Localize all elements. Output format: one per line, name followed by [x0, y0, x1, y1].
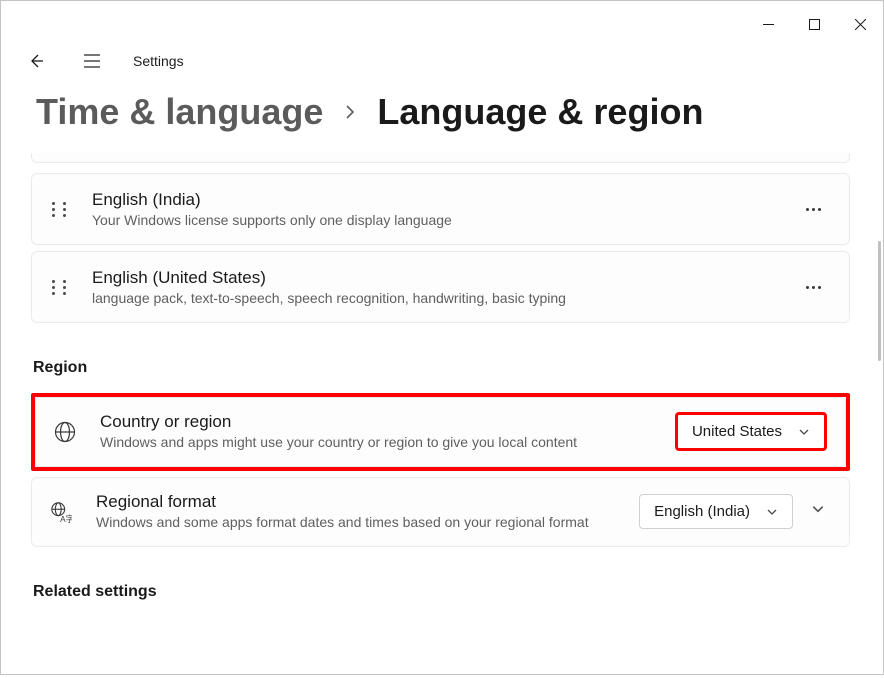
content-area: English (India) Your Windows license sup…	[1, 153, 883, 678]
more-options-button[interactable]	[798, 200, 829, 219]
breadcrumb: Time & language Language & region	[1, 81, 883, 153]
partial-card-above	[31, 153, 850, 163]
language-info: English (United States) language pack, t…	[92, 268, 774, 306]
chevron-down-icon	[766, 506, 778, 518]
globe-translate-icon: A字	[50, 500, 72, 524]
dropdown-value: United States	[692, 423, 782, 440]
country-region-description: Windows and apps might use your country …	[100, 433, 636, 452]
app-title: Settings	[133, 53, 184, 69]
regional-format-title: Regional format	[96, 492, 600, 512]
regional-format-row[interactable]: A字 Regional format Windows and some apps…	[31, 477, 850, 547]
language-description: language pack, text-to-speech, speech re…	[92, 290, 774, 306]
minimize-button[interactable]	[745, 9, 791, 39]
chevron-right-icon	[343, 99, 357, 125]
regional-format-info: Regional format Windows and some apps fo…	[96, 492, 615, 532]
expand-button[interactable]	[805, 496, 831, 527]
regional-format-dropdown[interactable]: English (India)	[639, 494, 793, 529]
close-button[interactable]	[837, 9, 883, 39]
maximize-button[interactable]	[791, 9, 837, 39]
titlebar	[1, 1, 883, 41]
country-region-title: Country or region	[100, 412, 636, 432]
language-name: English (United States)	[92, 268, 774, 288]
scrollbar-thumb[interactable]	[878, 241, 881, 361]
language-info: English (India) Your Windows license sup…	[92, 190, 774, 228]
back-button[interactable]	[21, 46, 51, 76]
regional-format-description: Windows and some apps format dates and t…	[96, 513, 600, 532]
nav-menu-button[interactable]	[77, 46, 107, 76]
chevron-down-icon	[798, 426, 810, 438]
dropdown-value: English (India)	[654, 503, 750, 520]
country-region-row[interactable]: Country or region Windows and apps might…	[35, 397, 846, 467]
language-item[interactable]: English (India) Your Windows license sup…	[31, 173, 850, 245]
breadcrumb-parent[interactable]: Time & language	[36, 91, 323, 133]
language-name: English (India)	[92, 190, 774, 210]
highlight-annotation: Country or region Windows and apps might…	[31, 393, 850, 471]
country-region-dropdown[interactable]: United States	[675, 412, 827, 451]
language-item[interactable]: English (United States) language pack, t…	[31, 251, 850, 323]
section-heading-region: Region	[33, 359, 850, 377]
drag-handle-icon[interactable]	[52, 202, 68, 217]
more-options-button[interactable]	[798, 278, 829, 297]
header: Settings	[1, 41, 883, 81]
language-description: Your Windows license supports only one d…	[92, 212, 774, 228]
svg-text:A字: A字	[60, 514, 72, 524]
drag-handle-icon[interactable]	[52, 280, 68, 295]
breadcrumb-current: Language & region	[377, 91, 703, 133]
section-heading-related: Related settings	[33, 583, 850, 601]
country-region-info: Country or region Windows and apps might…	[100, 412, 651, 452]
globe-icon	[54, 421, 76, 443]
